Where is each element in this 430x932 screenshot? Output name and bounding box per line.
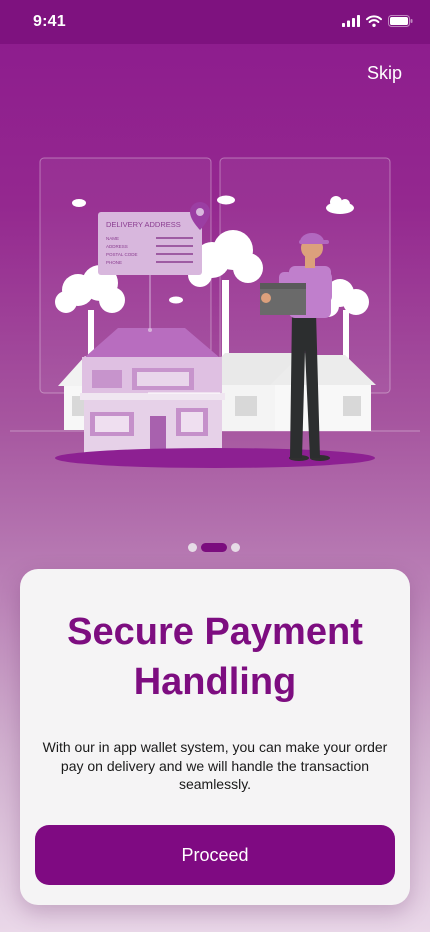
skip-button[interactable]: Skip: [367, 63, 402, 84]
delivery-address-field-phone: PHONE: [106, 260, 122, 265]
onboarding-description: With our in app wallet system, you can m…: [42, 739, 388, 792]
delivery-address-card-title: DELIVERY ADDRESS: [106, 220, 181, 229]
status-bar: 9:41: [0, 0, 430, 44]
delivery-illustration: DELIVERY ADDRESS NAME ADDRESS POSTAL COD…: [10, 157, 420, 468]
page-indicator-dot[interactable]: [231, 543, 240, 552]
delivery-address-field-address: ADDRESS: [106, 244, 128, 249]
onboarding-screen: 9:41 Skip DELIVERY ADDRESS NAME ADDRESS …: [0, 0, 430, 932]
proceed-button[interactable]: Proceed: [35, 825, 395, 885]
status-icons: [342, 15, 413, 27]
delivery-address-field-postal-code: POSTAL CODE: [106, 252, 138, 257]
purple-house: [80, 328, 225, 454]
onboarding-card: Secure Payment Handling With our in app …: [20, 569, 410, 905]
wifi-icon: [366, 15, 382, 27]
delivery-address-field-name: NAME: [106, 236, 119, 241]
status-time: 9:41: [33, 13, 66, 30]
page-indicator: [188, 543, 240, 552]
battery-icon: [388, 15, 413, 27]
onboarding-title: Secure Payment Handling: [67, 611, 363, 703]
cellular-signal-icon: [342, 15, 360, 27]
page-indicator-dot[interactable]: [188, 543, 197, 552]
page-indicator-dot-active[interactable]: [201, 543, 227, 552]
